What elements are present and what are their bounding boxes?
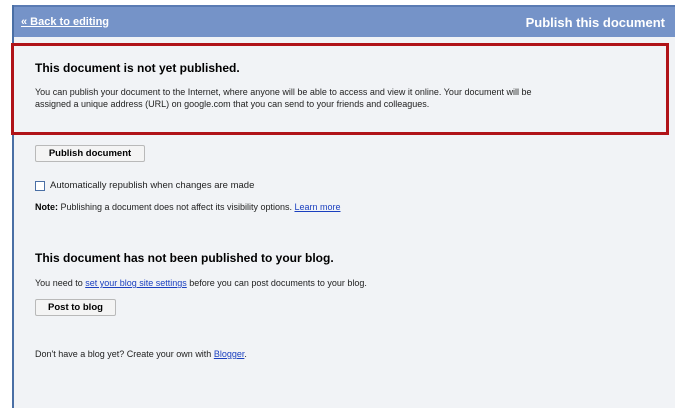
blog-settings-message: You need to set your blog site settings … [35,278,367,288]
publish-panel: « Back to editing Publish this document … [11,5,675,408]
blog-need-prefix: You need to [35,278,86,288]
back-to-editing-link[interactable]: « Back to editing [21,16,109,28]
publish-document-button[interactable]: Publish document [35,145,145,162]
publish-description: You can publish your document to the Int… [35,87,532,109]
no-blog-prefix: Don't have a blog yet? Create your own w… [35,349,214,359]
blogger-link[interactable]: Blogger [214,349,245,359]
blog-need-suffix: before you can post documents to your bl… [186,278,367,288]
note-text: Publishing a document does not affect it… [58,202,295,212]
learn-more-link[interactable]: Learn more [294,202,340,212]
publish-status-heading: This document is not yet published. [35,61,240,75]
no-blog-suffix: . [244,349,247,359]
visibility-note: Note: Publishing a document does not aff… [35,202,341,212]
auto-republish-checkbox[interactable] [35,181,45,191]
page-title: Publish this document [525,15,665,30]
blog-settings-link[interactable]: set your blog site settings [85,278,187,288]
create-blog-message: Don't have a blog yet? Create your own w… [35,349,247,359]
note-label: Note: [35,202,58,212]
header-bar: « Back to editing Publish this document [14,5,675,37]
post-to-blog-button[interactable]: Post to blog [35,299,116,316]
blog-status-heading: This document has not been published to … [35,251,334,265]
auto-republish-label: Automatically republish when changes are… [50,180,255,191]
